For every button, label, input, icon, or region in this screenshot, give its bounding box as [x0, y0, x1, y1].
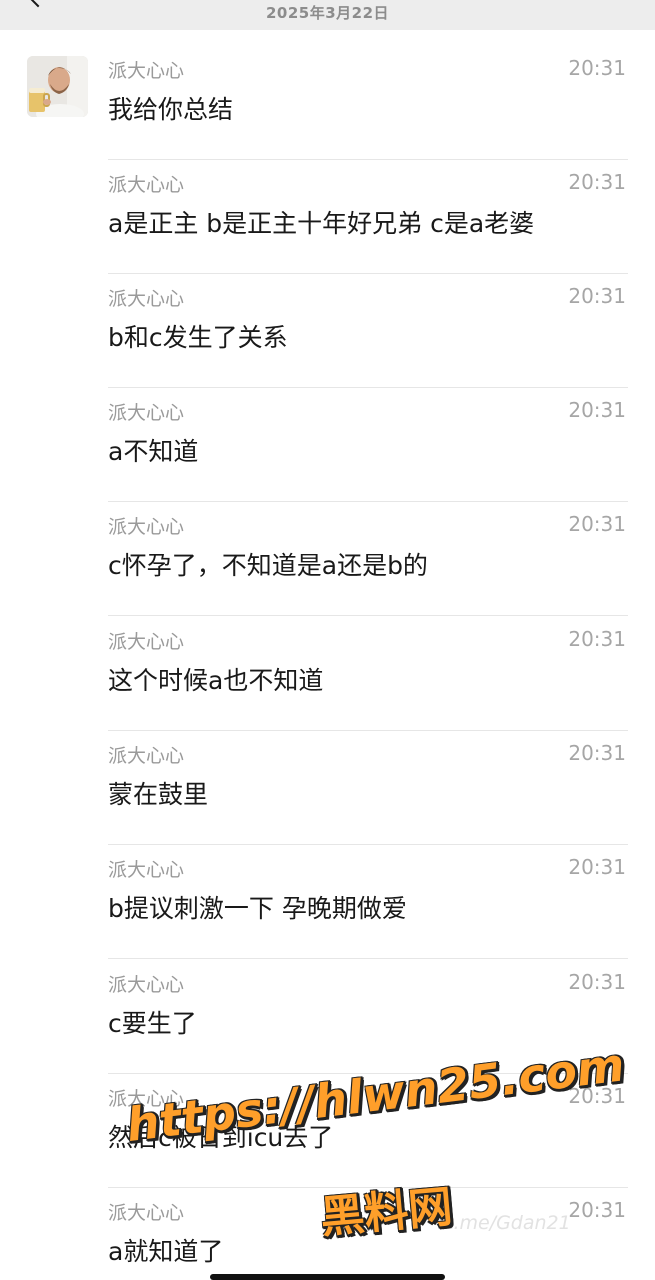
message-divider — [108, 615, 628, 616]
sender-name: 派大心心 — [108, 60, 185, 82]
message-item[interactable]: 派大心心 20:31 我给你总结 — [108, 46, 628, 160]
message-item[interactable]: 派大心心 20:31 a不知道 — [108, 388, 628, 502]
message-text: c怀孕了，不知道是a还是b的 — [108, 551, 428, 580]
sender-name: 派大心心 — [108, 402, 185, 424]
message-time: 20:31 — [568, 627, 626, 651]
message-time: 20:31 — [568, 741, 626, 765]
message-time: 20:31 — [568, 1198, 626, 1222]
message-time: 20:31 — [568, 855, 626, 879]
message-text: a是正主 b是正主十年好兄弟 c是a老婆 — [108, 209, 535, 238]
date-header-bar: 2025年3月22日 — [0, 0, 655, 30]
message-item[interactable]: 派大心心 20:31 c怀孕了，不知道是a还是b的 — [108, 502, 628, 616]
sender-name: 派大心心 — [108, 288, 185, 310]
message-time: 20:31 — [568, 170, 626, 194]
message-item[interactable]: 派大心心 20:31 这个时候a也不知道 — [108, 617, 628, 731]
watermark-site-name: 黑料网 — [318, 1181, 455, 1244]
sender-name: 派大心心 — [108, 631, 185, 653]
avatar[interactable] — [27, 56, 88, 117]
sender-name: 派大心心 — [108, 859, 185, 881]
message-text: a就知道了 — [108, 1237, 224, 1266]
message-time: 20:31 — [568, 512, 626, 536]
message-text: 蒙在鼓里 — [108, 780, 209, 809]
message-text: b提议刺激一下 孕晚期做爱 — [108, 894, 407, 923]
message-text: a不知道 — [108, 437, 199, 466]
watermark-telegram: t.me/Gdan21 — [446, 1212, 571, 1234]
message-text: 我给你总结 — [108, 95, 234, 124]
message-time: 20:31 — [568, 398, 626, 422]
date-label: 2025年3月22日 — [265, 4, 390, 22]
message-item[interactable]: 派大心心 20:31 a是正主 b是正主十年好兄弟 c是a老婆 — [108, 160, 628, 274]
message-time: 20:31 — [568, 56, 626, 80]
avatar-image — [27, 56, 88, 117]
message-item[interactable]: 派大心心 20:31 b和c发生了关系 — [108, 274, 628, 388]
sender-name: 派大心心 — [108, 174, 185, 196]
message-text: c要生了 — [108, 1009, 197, 1038]
message-item[interactable]: 派大心心 20:31 蒙在鼓里 — [108, 731, 628, 845]
message-text: b和c发生了关系 — [108, 323, 288, 352]
message-divider — [108, 958, 628, 959]
sender-name: 派大心心 — [108, 516, 185, 538]
home-indicator[interactable] — [210, 1274, 445, 1280]
sender-name: 派大心心 — [108, 745, 185, 767]
sender-name: 派大心心 — [108, 974, 185, 996]
sender-name: 派大心心 — [108, 1202, 185, 1224]
message-text: 这个时候a也不知道 — [108, 666, 324, 695]
message-time: 20:31 — [568, 970, 626, 994]
message-time: 20:31 — [568, 284, 626, 308]
message-item[interactable]: 派大心心 20:31 b提议刺激一下 孕晚期做爱 — [108, 845, 628, 959]
